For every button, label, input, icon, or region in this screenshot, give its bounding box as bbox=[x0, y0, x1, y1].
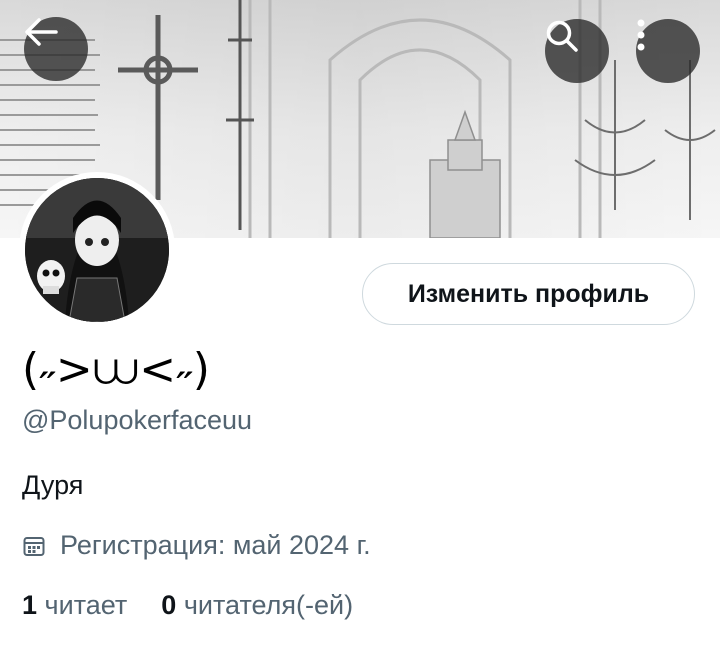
avatar[interactable] bbox=[19, 172, 175, 328]
search-icon bbox=[546, 20, 578, 52]
back-button[interactable] bbox=[24, 17, 88, 81]
avatar-image bbox=[25, 178, 169, 322]
joined-date: Регистрация: май 2024 г. bbox=[22, 530, 371, 561]
following-count: 1 bbox=[22, 590, 38, 620]
display-name: (˶>⩊<˶) bbox=[22, 344, 211, 395]
profile-bio: Дуря bbox=[22, 470, 84, 500]
following-link[interactable]: 1 читает bbox=[22, 590, 127, 620]
arrow-left-icon bbox=[25, 18, 58, 46]
following-label: читает bbox=[44, 590, 128, 620]
more-vertical-icon bbox=[637, 19, 645, 51]
followers-label: читателя(-ей) bbox=[183, 590, 354, 620]
joined-label: Регистрация: май 2024 г. bbox=[60, 530, 371, 560]
followers-count: 0 bbox=[161, 590, 177, 620]
followers-link[interactable]: 0 читателя(-ей) bbox=[161, 590, 353, 620]
follow-stats: 1 читает 0 читателя(-ей) bbox=[22, 590, 353, 621]
edit-profile-button[interactable]: Изменить профиль bbox=[362, 263, 695, 325]
calendar-icon bbox=[23, 536, 45, 556]
profile-handle: @Polupokerfaceuu bbox=[22, 405, 253, 435]
search-button[interactable] bbox=[545, 19, 609, 83]
more-options-button[interactable] bbox=[636, 19, 700, 83]
